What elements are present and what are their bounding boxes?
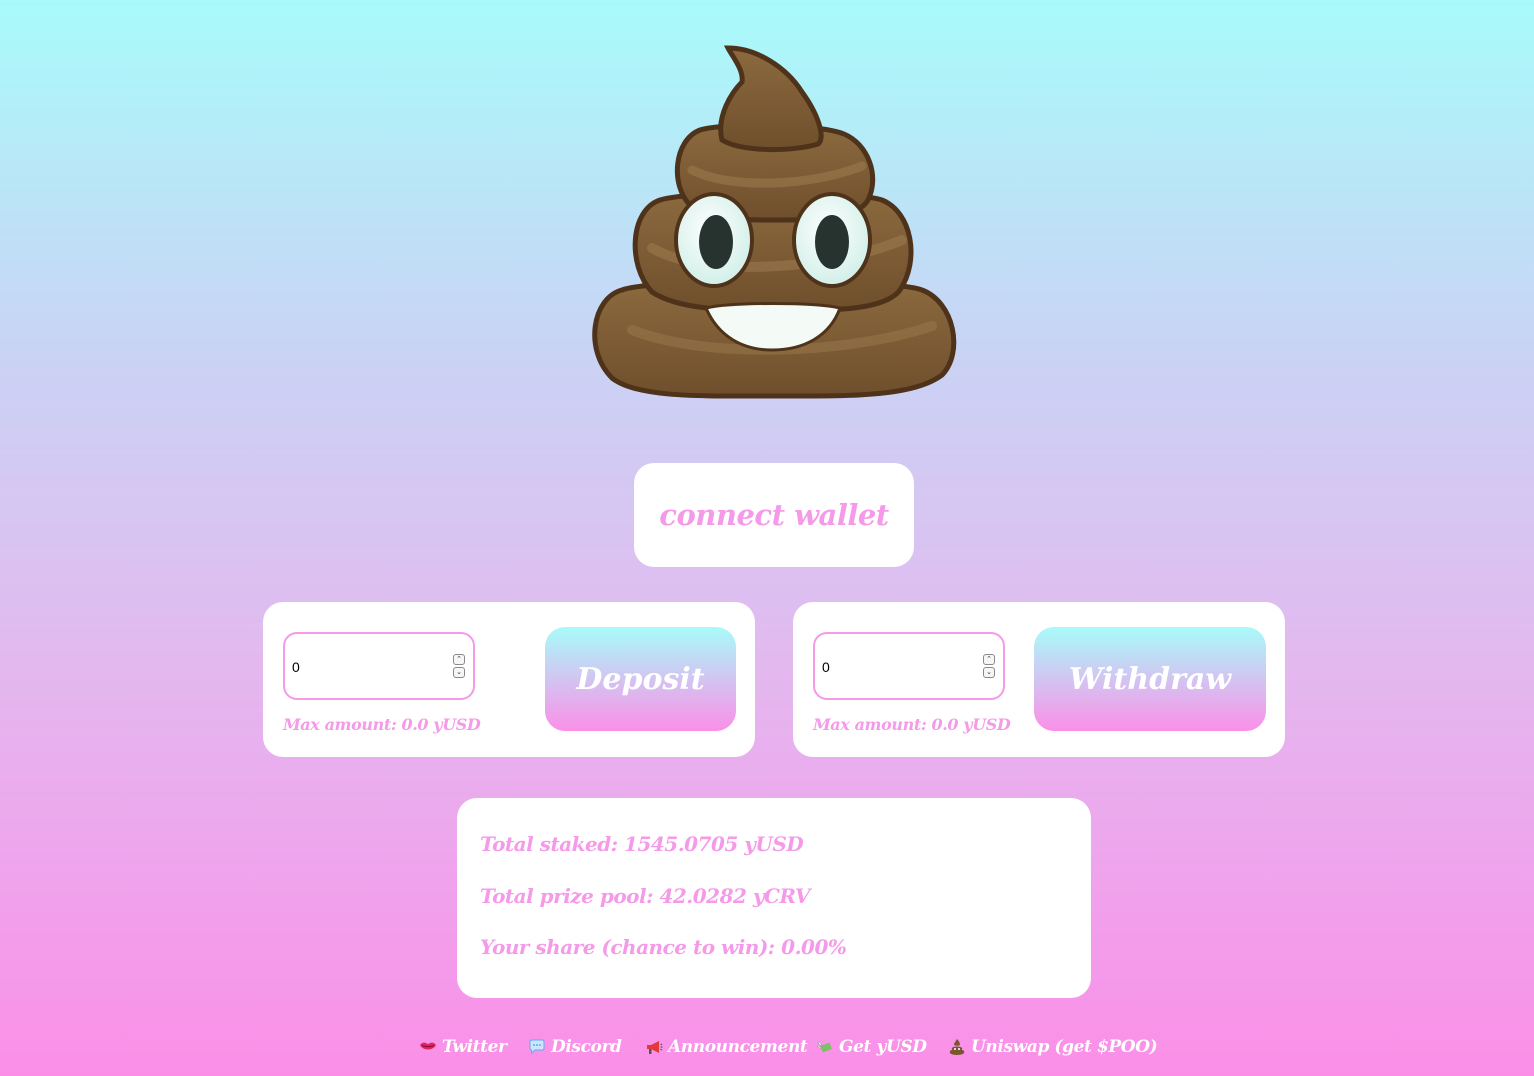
total-staked-text: Total staked: 1545.0705 yUSD xyxy=(480,832,804,856)
poop-icon xyxy=(949,1039,965,1055)
money-with-wings-icon xyxy=(816,1041,832,1053)
withdraw-card: ⌃ ⌄ Max amount: 0.0 yUSD Withdraw xyxy=(793,602,1285,757)
total-prize-pool-text: Total prize pool: 42.0282 yCRV xyxy=(480,884,810,908)
lips-icon xyxy=(420,1042,436,1050)
uniswap-link[interactable]: Uniswap (get $POO) xyxy=(948,1037,1158,1057)
get-yusd-link[interactable]: Get yUSD xyxy=(816,1037,927,1057)
twitter-link-label: Twitter xyxy=(442,1037,507,1057)
discord-link[interactable]: Discord xyxy=(528,1037,622,1057)
stepper-down-icon[interactable]: ⌄ xyxy=(983,667,995,678)
twitter-link[interactable]: Twitter xyxy=(419,1037,507,1057)
withdraw-amount-stepper[interactable]: ⌃ ⌄ xyxy=(983,654,995,678)
stats-card: Total staked: 1545.0705 yUSD Total prize… xyxy=(457,798,1091,998)
withdraw-button[interactable]: Withdraw xyxy=(1034,627,1266,731)
deposit-max-amount: Max amount: 0.0 yUSD xyxy=(283,715,481,734)
uniswap-link-label: Uniswap (get $POO) xyxy=(971,1037,1158,1057)
poop-emoji-logo xyxy=(592,45,957,399)
deposit-button[interactable]: Deposit xyxy=(545,627,736,731)
deposit-amount-stepper[interactable]: ⌃ ⌄ xyxy=(453,654,465,678)
deposit-card: ⌃ ⌄ Max amount: 0.0 yUSD Deposit xyxy=(263,602,755,757)
discord-link-label: Discord xyxy=(551,1037,622,1057)
speech-bubble-icon xyxy=(529,1039,545,1055)
deposit-amount-field-frame: ⌃ ⌄ xyxy=(283,632,475,700)
stepper-up-icon[interactable]: ⌃ xyxy=(983,654,995,665)
deposit-amount-input[interactable] xyxy=(292,656,442,678)
megaphone-icon xyxy=(647,1041,663,1054)
stepper-down-icon[interactable]: ⌄ xyxy=(453,667,465,678)
your-share-text: Your share (chance to win): 0.00% xyxy=(480,935,847,959)
footer-links: Twitter Discord Announcement Get yUSD Un… xyxy=(0,1037,1534,1065)
announcement-link[interactable]: Announcement xyxy=(645,1037,808,1057)
withdraw-max-amount: Max amount: 0.0 yUSD xyxy=(813,715,1011,734)
stepper-up-icon[interactable]: ⌃ xyxy=(453,654,465,665)
announcement-link-label: Announcement xyxy=(668,1037,808,1057)
get-yusd-link-label: Get yUSD xyxy=(839,1037,927,1057)
connect-wallet-button[interactable]: connect wallet xyxy=(634,463,914,567)
withdraw-amount-field-frame: ⌃ ⌄ xyxy=(813,632,1005,700)
withdraw-amount-input[interactable] xyxy=(822,656,972,678)
